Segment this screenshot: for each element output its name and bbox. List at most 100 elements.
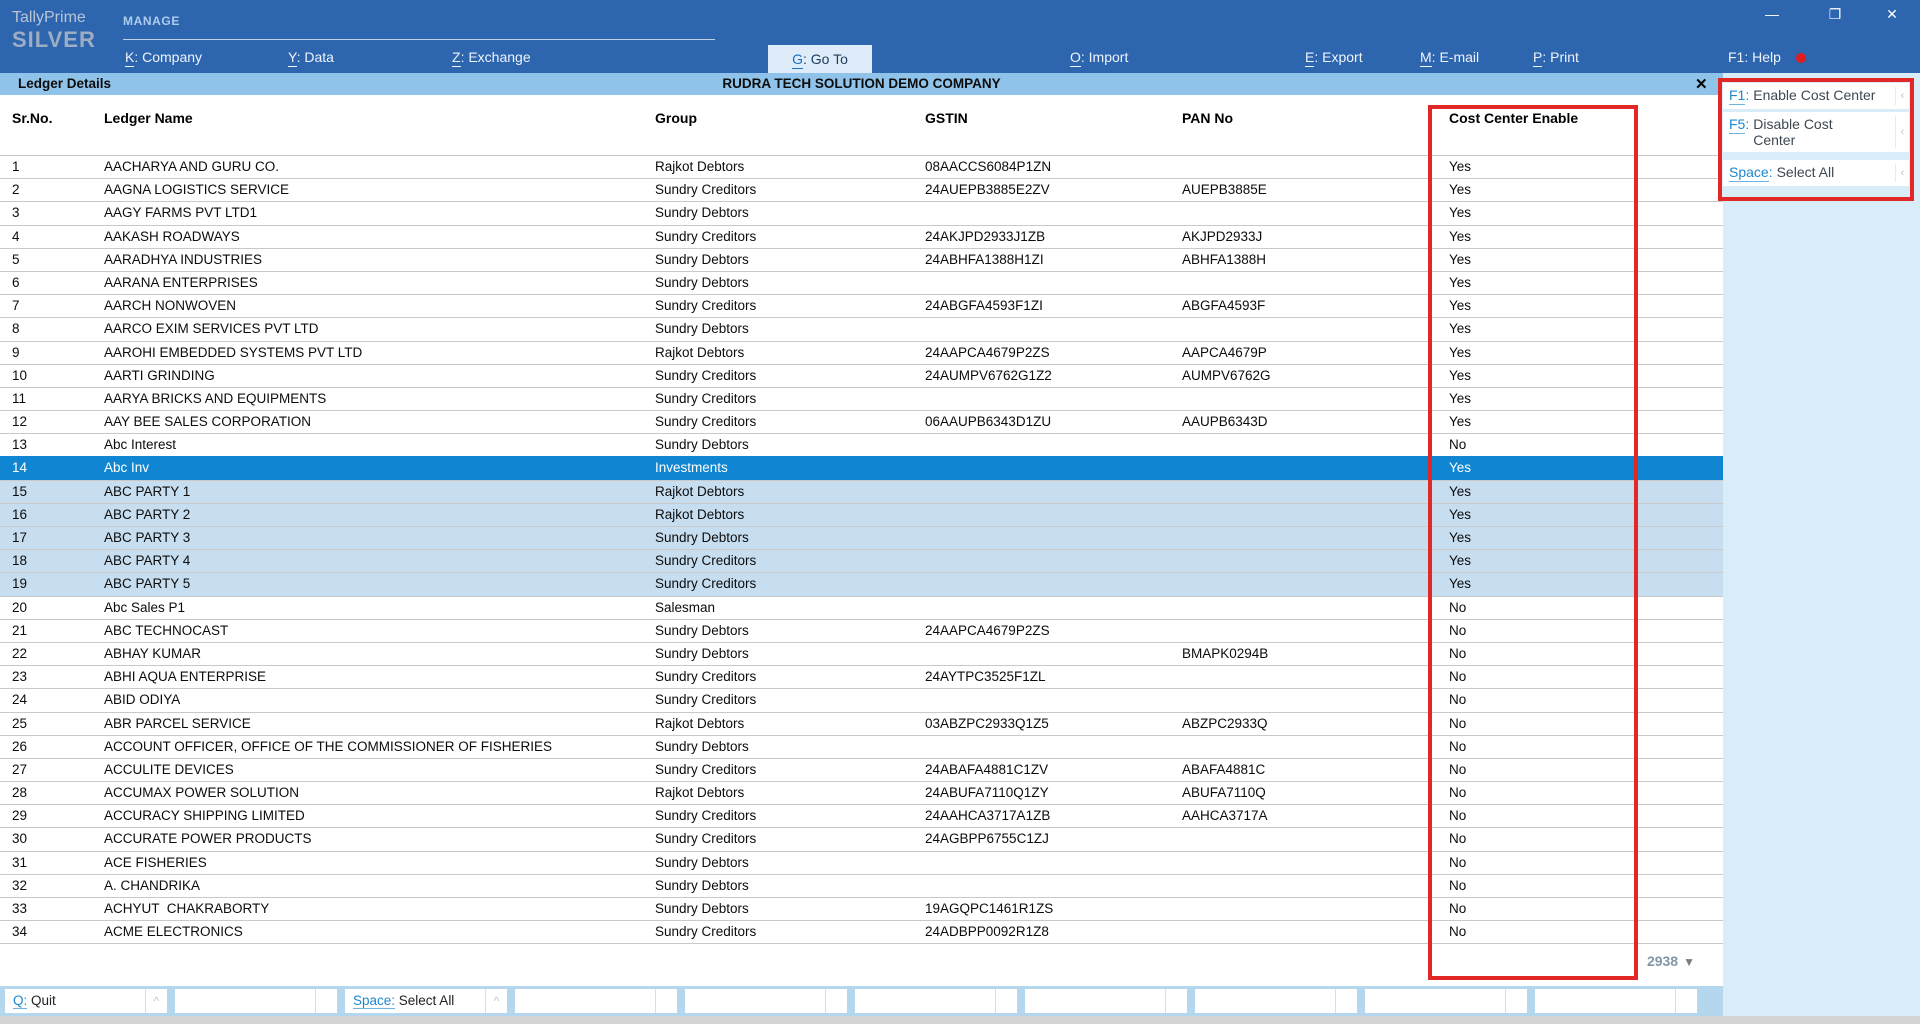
- table-row[interactable]: 12AAY BEE SALES CORPORATIONSundry Credit…: [0, 410, 1723, 433]
- cell-group: Sundry Debtors: [655, 643, 749, 665]
- cell-group: Sundry Creditors: [655, 759, 756, 781]
- menu-item-help[interactable]: F1: Help: [1728, 49, 1781, 65]
- table-row[interactable]: 11AARYA BRICKS AND EQUIPMENTSSundry Cred…: [0, 387, 1723, 410]
- cell-group: Sundry Creditors: [655, 805, 756, 827]
- button-right-segment: [1505, 989, 1527, 1013]
- cell-cce: Yes: [1449, 573, 1471, 595]
- table-row[interactable]: 10AARTI GRINDINGSundry Creditors24AUMPV6…: [0, 364, 1723, 387]
- bottom-button-empty: [1025, 989, 1187, 1013]
- app-name: TallyPrime: [12, 9, 96, 27]
- cell-cce: No: [1449, 689, 1466, 711]
- button-right-segment: [1165, 989, 1187, 1013]
- menu-item-import[interactable]: O: Import: [1070, 49, 1128, 65]
- cell-name: ABC TECHNOCAST: [104, 620, 228, 642]
- menu-item-email[interactable]: M: E-mail: [1420, 49, 1479, 65]
- cell-pan: AAHCA3717A: [1182, 805, 1268, 827]
- table-row[interactable]: 34ACME ELECTRONICSSundry Creditors24ADBP…: [0, 920, 1723, 943]
- table-row[interactable]: 31ACE FISHERIESSundry DebtorsNo: [0, 851, 1723, 874]
- window-close-icon[interactable]: ✕: [1877, 4, 1907, 24]
- cell-group: Sundry Creditors: [655, 666, 756, 688]
- bottom-button-quit[interactable]: Q: Quit^: [5, 989, 167, 1013]
- table-row[interactable]: 15ABC PARTY 1Rajkot DebtorsYes: [0, 480, 1723, 503]
- button-select-all[interactable]: Space: Select All ‹: [1723, 160, 1909, 186]
- table-row[interactable]: 17ABC PARTY 3Sundry DebtorsYes: [0, 526, 1723, 549]
- table-row[interactable]: 4AAKASH ROADWAYSSundry Creditors24AKJPD2…: [0, 225, 1723, 248]
- cell-pan: AAUPB6343D: [1182, 411, 1268, 433]
- button-disable-cost-center[interactable]: F5: Disable Cost Center ‹: [1723, 112, 1909, 152]
- cell-cce: Yes: [1449, 481, 1471, 503]
- table-row[interactable]: 19ABC PARTY 5Sundry CreditorsYes: [0, 572, 1723, 595]
- goto-button[interactable]: G: Go To: [768, 45, 872, 73]
- table-row[interactable]: 27ACCULITE DEVICESSundry Creditors24ABAF…: [0, 758, 1723, 781]
- cell-pan: AUMPV6762G: [1182, 365, 1271, 387]
- cell-name: AARANA ENTERPRISES: [104, 272, 258, 294]
- bottom-button-empty: [175, 989, 337, 1013]
- table-row[interactable]: 21ABC TECHNOCASTSundry Debtors24AAPCA467…: [0, 619, 1723, 642]
- expand-caret-icon: ^: [485, 989, 507, 1013]
- menu-item-print[interactable]: P: Print: [1533, 49, 1579, 65]
- report-close-icon[interactable]: ✕: [1695, 74, 1708, 96]
- cell-cce: No: [1449, 759, 1466, 781]
- cell-cce: No: [1449, 666, 1466, 688]
- table-row[interactable]: 3AAGY FARMS PVT LTD1Sundry DebtorsYes: [0, 201, 1723, 224]
- table-row[interactable]: 1AACHARYA AND GURU CO.Rajkot Debtors08AA…: [0, 155, 1723, 178]
- table-row[interactable]: 9AAROHI EMBEDDED SYSTEMS PVT LTDRajkot D…: [0, 341, 1723, 364]
- table-row[interactable]: 25ABR PARCEL SERVICERajkot Debtors03ABZP…: [0, 712, 1723, 735]
- cell-cce: No: [1449, 805, 1466, 827]
- shortcut-key: F1: [1729, 87, 1745, 105]
- bottom-button-empty: [1365, 989, 1527, 1013]
- cell-gstin: 24AAPCA4679P2ZS: [925, 342, 1050, 364]
- cell-sr: 34: [12, 921, 27, 943]
- menu-item-data[interactable]: Y: Data: [288, 49, 334, 65]
- table-row[interactable]: 26ACCOUNT OFFICER, OFFICE OF THE COMMISS…: [0, 735, 1723, 758]
- table-row[interactable]: 16ABC PARTY 2Rajkot DebtorsYes: [0, 503, 1723, 526]
- cell-group: Sundry Debtors: [655, 875, 749, 897]
- cell-cce: Yes: [1449, 457, 1471, 479]
- bottom-button-select-all[interactable]: Space: Select All^: [345, 989, 507, 1013]
- table-row[interactable]: 5AARADHYA INDUSTRIESSundry Debtors24ABHF…: [0, 248, 1723, 271]
- table-row[interactable]: 28ACCUMAX POWER SOLUTIONRajkot Debtors24…: [0, 781, 1723, 804]
- cell-group: Sundry Creditors: [655, 179, 756, 201]
- table-row[interactable]: 20Abc Sales P1SalesmanNo: [0, 596, 1723, 619]
- cell-group: Salesman: [655, 597, 715, 619]
- cell-sr: 15: [12, 481, 27, 503]
- cell-name: ABC PARTY 2: [104, 504, 190, 526]
- table-row[interactable]: 32A. CHANDRIKASundry DebtorsNo: [0, 874, 1723, 897]
- report-title-bar: Ledger Details RUDRA TECH SOLUTION DEMO …: [0, 73, 1723, 95]
- table-row[interactable]: 2AAGNA LOGISTICS SERVICESundry Creditors…: [0, 178, 1723, 201]
- window-restore-icon[interactable]: ❐: [1820, 4, 1850, 24]
- table-row[interactable]: 33ACHYUT CHAKRABORTYSundry Debtors19AGQP…: [0, 897, 1723, 920]
- table-row[interactable]: 13Abc InterestSundry DebtorsNo: [0, 433, 1723, 456]
- menu-item-exchange[interactable]: Z: Exchange: [452, 49, 531, 65]
- cell-sr: 27: [12, 759, 27, 781]
- table-row[interactable]: 29ACCURACY SHIPPING LIMITEDSundry Credit…: [0, 804, 1723, 827]
- cell-name: ACME ELECTRONICS: [104, 921, 243, 943]
- table-row[interactable]: 7AARCH NONWOVENSundry Creditors24ABGFA45…: [0, 294, 1723, 317]
- table-row[interactable]: 22ABHAY KUMARSundry DebtorsBMAPK0294BNo: [0, 642, 1723, 665]
- cell-cce: No: [1449, 921, 1466, 943]
- cell-pan: ABAFA4881C: [1182, 759, 1265, 781]
- shortcut-key: Space: [1729, 164, 1769, 182]
- table-row[interactable]: 8AARCO EXIM SERVICES PVT LTDSundry Debto…: [0, 317, 1723, 340]
- button-enable-cost-center[interactable]: F1: Enable Cost Center ‹: [1723, 83, 1909, 109]
- bottom-button-label: [175, 989, 315, 1013]
- table-row[interactable]: 23ABHI AQUA ENTERPRISESundry Creditors24…: [0, 665, 1723, 688]
- table-row[interactable]: 18ABC PARTY 4Sundry CreditorsYes: [0, 549, 1723, 572]
- expand-caret-icon: ^: [145, 989, 167, 1013]
- menu-item-export[interactable]: E: Export: [1305, 49, 1363, 65]
- table-row[interactable]: 30ACCURATE POWER PRODUCTSSundry Creditor…: [0, 827, 1723, 850]
- table-row[interactable]: 6AARANA ENTERPRISESSundry DebtorsYes: [0, 271, 1723, 294]
- table-row[interactable]: 24ABID ODIYASundry CreditorsNo: [0, 688, 1723, 711]
- cell-cce: No: [1449, 736, 1466, 758]
- table-row[interactable]: 14Abc InvInvestmentsYes: [0, 456, 1723, 479]
- annotation-box-side-panel: F1: Enable Cost Center ‹ F5: Disable Cos…: [1718, 78, 1914, 201]
- cell-sr: 31: [12, 852, 27, 874]
- cell-sr: 32: [12, 875, 27, 897]
- top-menu-bar: TallyPrime SILVER MANAGE K: Company Y: D…: [0, 0, 1920, 73]
- cell-name: ACCURATE POWER PRODUCTS: [104, 828, 312, 850]
- cell-gstin: 24ABAFA4881C1ZV: [925, 759, 1048, 781]
- menu-item-company[interactable]: K: Company: [125, 49, 202, 65]
- window-minimize-icon[interactable]: —: [1757, 4, 1787, 24]
- column-header-pan: PAN No: [1182, 110, 1233, 126]
- column-header-group: Group: [655, 110, 697, 126]
